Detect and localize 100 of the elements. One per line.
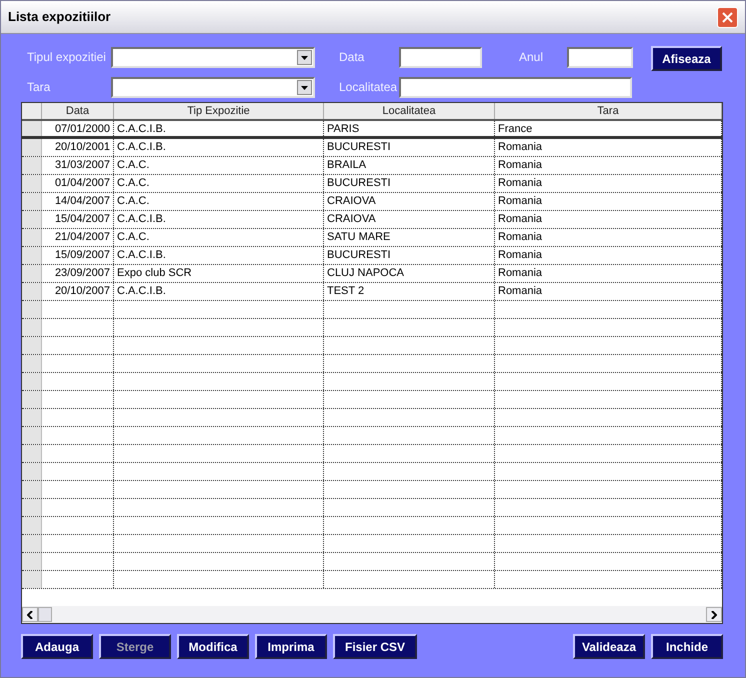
- horizontal-scrollbar[interactable]: [22, 606, 722, 623]
- row-selector[interactable]: [22, 463, 42, 480]
- field-label: Data: [339, 49, 366, 66]
- close-icon: [722, 12, 733, 22]
- table-cell: CRAIOVA: [327, 213, 376, 225]
- dropdown-field[interactable]: [111, 47, 315, 68]
- row-selector[interactable]: [22, 427, 42, 444]
- input-field[interactable]: [567, 47, 633, 68]
- table-cell: Romania: [498, 177, 542, 189]
- table-cell: 20/10/2001: [54, 141, 110, 153]
- row-selector[interactable]: [22, 535, 42, 552]
- scroll-right-icon[interactable]: [706, 607, 722, 622]
- input-field[interactable]: [399, 47, 482, 68]
- table-row[interactable]: 14/04/2007 C.A.C. CRAIOVA Romania: [22, 193, 722, 211]
- action-button[interactable]: Inchide: [651, 634, 723, 659]
- table-cell: Romania: [498, 249, 542, 261]
- column-header[interactable]: Tara: [495, 103, 722, 119]
- table-cell: CRAIOVA: [327, 195, 376, 207]
- table-cell: C.A.C.: [117, 159, 150, 171]
- table-row[interactable]: 01/04/2007 C.A.C. BUCURESTI Romania: [22, 175, 722, 193]
- row-selector[interactable]: [22, 499, 42, 516]
- column-header[interactable]: Data: [42, 103, 114, 119]
- table-cell: France: [498, 123, 532, 135]
- field-label: Localitatea: [339, 79, 398, 96]
- table-cell: C.A.C.: [117, 177, 150, 189]
- table-cell: C.A.C.I.B.: [117, 141, 166, 153]
- field-label: Anul: [519, 49, 544, 66]
- table-cell: CLUJ NAPOCA: [327, 267, 404, 279]
- table-cell: C.A.C.I.B.: [117, 285, 166, 297]
- close-button[interactable]: [717, 6, 738, 28]
- action-button[interactable]: Imprima: [255, 634, 327, 659]
- table-cell: PARIS: [327, 123, 360, 135]
- row-selector[interactable]: [22, 229, 42, 246]
- action-button[interactable]: Modifica: [177, 634, 249, 659]
- row-selector[interactable]: [22, 355, 42, 372]
- table-cell: Expo club SCR: [117, 267, 192, 279]
- row-selector[interactable]: [22, 391, 42, 408]
- action-button[interactable]: Valideaza: [573, 634, 645, 659]
- row-selector[interactable]: [22, 445, 42, 462]
- table-cell: Romania: [498, 195, 542, 207]
- table-cell: 07/01/2000: [54, 123, 110, 135]
- row-selector[interactable]: [22, 283, 42, 300]
- row-selector[interactable]: [22, 265, 42, 282]
- table-cell: C.A.C.: [117, 195, 150, 207]
- row-selector[interactable]: [22, 571, 42, 588]
- table-cell: 31/03/2007: [54, 159, 110, 171]
- table-cell: C.A.C.: [117, 231, 150, 243]
- table-cell: Romania: [498, 285, 542, 297]
- table-cell: 14/04/2007: [54, 195, 110, 207]
- window-title: Lista expozitiilor: [8, 8, 111, 26]
- row-selector[interactable]: [22, 481, 42, 498]
- row-selector[interactable]: [22, 301, 42, 318]
- table-cell: BUCURESTI: [327, 249, 391, 261]
- row-selector[interactable]: [22, 157, 42, 174]
- row-selector[interactable]: [22, 121, 42, 136]
- row-selector[interactable]: [22, 139, 42, 156]
- table-cell: C.A.C.I.B.: [117, 123, 166, 135]
- table-row[interactable]: 20/10/2007 C.A.C.I.B. TEST 2 Romania: [22, 283, 722, 301]
- table-row[interactable]: 21/04/2007 C.A.C. SATU MARE Romania: [22, 229, 722, 247]
- table-cell: Romania: [498, 159, 542, 171]
- scroll-thumb[interactable]: [38, 607, 52, 622]
- table-row[interactable]: 15/04/2007 C.A.C.I.B. CRAIOVA Romania: [22, 211, 722, 229]
- scroll-left-icon[interactable]: [22, 607, 38, 622]
- table-row[interactable]: 20/10/2001 C.A.C.I.B. BUCURESTI Romania: [22, 139, 722, 157]
- table-row[interactable]: 23/09/2007 Expo club SCR CLUJ NAPOCA Romania: [22, 265, 722, 283]
- table-cell: Romania: [498, 267, 542, 279]
- row-selector[interactable]: [22, 211, 42, 228]
- table-cell: C.A.C.I.B.: [117, 249, 166, 261]
- table-row[interactable]: 07/01/2000 C.A.C.I.B. PARIS France: [22, 121, 722, 139]
- action-button[interactable]: Afiseaza: [651, 46, 722, 71]
- table-cell: TEST 2: [327, 285, 364, 297]
- row-selector[interactable]: [22, 553, 42, 570]
- table-cell: Romania: [498, 213, 542, 225]
- row-selector[interactable]: [22, 517, 42, 534]
- action-button[interactable]: Adauga: [21, 634, 93, 659]
- row-selector[interactable]: [22, 247, 42, 264]
- column-header[interactable]: Localitatea: [324, 103, 495, 119]
- row-selector[interactable]: [22, 409, 42, 426]
- row-selector[interactable]: [22, 337, 42, 354]
- row-selector[interactable]: [22, 319, 42, 336]
- row-selector[interactable]: [22, 373, 42, 390]
- table-cell: 23/09/2007: [54, 267, 110, 279]
- field-label: Tipul expozitiei: [26, 49, 107, 66]
- table-cell: 21/04/2007: [54, 231, 110, 243]
- table-row[interactable]: 31/03/2007 C.A.C. BRAILA Romania: [22, 157, 722, 175]
- table-row[interactable]: 15/09/2007 C.A.C.I.B. BUCURESTI Romania: [22, 247, 722, 265]
- table-cell: 20/10/2007: [54, 285, 110, 297]
- action-button[interactable]: Fisier CSV: [333, 634, 417, 659]
- table-cell: BUCURESTI: [327, 177, 391, 189]
- table-cell: BRAILA: [327, 159, 366, 171]
- table-cell: SATU MARE: [327, 231, 390, 243]
- table-cell: 15/04/2007: [54, 213, 110, 225]
- dropdown-field[interactable]: [111, 77, 315, 98]
- row-selector[interactable]: [22, 175, 42, 192]
- table-cell: BUCURESTI: [327, 141, 391, 153]
- table-cell: 01/04/2007: [54, 177, 110, 189]
- column-header[interactable]: Tip Expozitie: [114, 103, 324, 119]
- table-cell: Romania: [498, 141, 542, 153]
- input-field[interactable]: [399, 77, 632, 98]
- row-selector[interactable]: [22, 193, 42, 210]
